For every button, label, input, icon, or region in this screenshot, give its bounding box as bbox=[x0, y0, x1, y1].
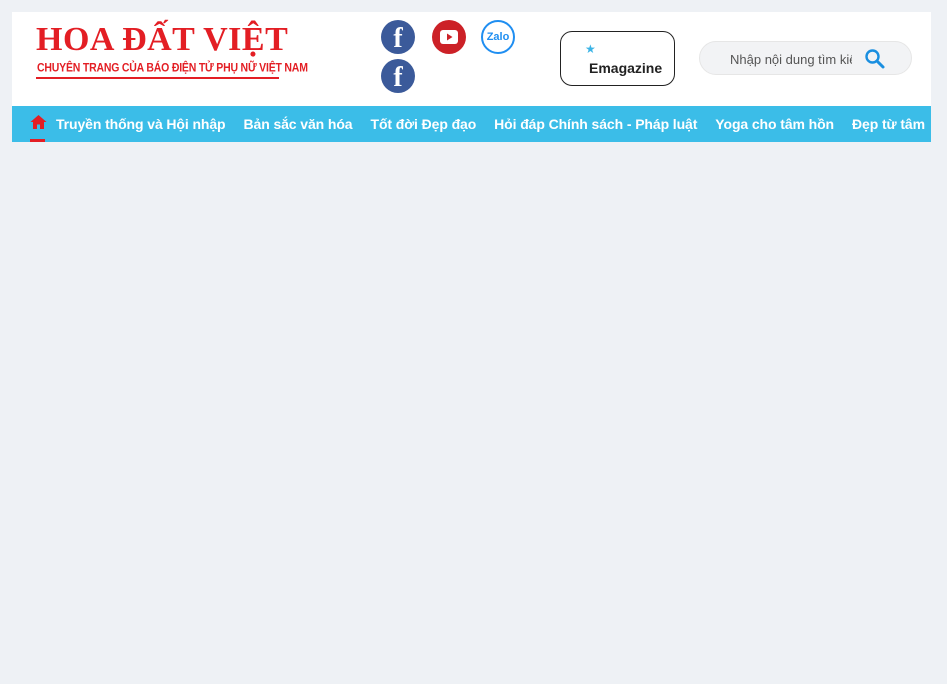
search-input[interactable] bbox=[730, 50, 852, 68]
search-box bbox=[699, 41, 912, 75]
facebook-icon[interactable]: f bbox=[381, 20, 415, 54]
search-button[interactable] bbox=[864, 48, 886, 70]
home-icon-glyph bbox=[30, 115, 47, 129]
nav-items: Truyền thống và Hội nhập Bản sắc văn hóa… bbox=[56, 106, 931, 142]
nav-item-tot-doi[interactable]: Tốt đời Đẹp đạo bbox=[371, 116, 477, 132]
facebook-glyph: f bbox=[393, 62, 403, 93]
zalo-label: Zalo bbox=[486, 31, 510, 43]
facebook-icon[interactable]: f bbox=[381, 59, 415, 93]
emagazine-button[interactable]: ★ Emagazine bbox=[560, 31, 675, 86]
logo-title: HOA ĐẤT VIỆT bbox=[36, 21, 289, 58]
site-header: HOA ĐẤT VIỆT CHUYÊN TRANG CỦA BÁO ĐIỆN T… bbox=[12, 12, 931, 106]
star-icon: ★ bbox=[585, 42, 596, 56]
nav-item-hoi-dap[interactable]: Hỏi đáp Chính sách - Pháp luật bbox=[494, 116, 697, 132]
main-navigation: Truyền thống và Hội nhập Bản sắc văn hóa… bbox=[12, 106, 931, 142]
nav-item-yoga[interactable]: Yoga cho tâm hồn bbox=[715, 116, 834, 132]
site-logo[interactable]: HOA ĐẤT VIỆT CHUYÊN TRANG CỦA BÁO ĐIỆN T… bbox=[36, 22, 308, 80]
page-container: HOA ĐẤT VIỆT CHUYÊN TRANG CỦA BÁO ĐIỆN T… bbox=[12, 12, 931, 142]
youtube-play-icon bbox=[440, 30, 458, 44]
logo-underline bbox=[36, 77, 279, 79]
zalo-icon[interactable]: Zalo bbox=[481, 20, 515, 54]
facebook-glyph: f bbox=[393, 23, 403, 54]
nav-item-ban-sac[interactable]: Bản sắc văn hóa bbox=[244, 116, 353, 132]
active-indicator bbox=[30, 139, 45, 142]
nav-item-dep-tu-tam[interactable]: Đẹp từ tâm bbox=[852, 116, 925, 132]
search-icon bbox=[865, 49, 885, 69]
logo-subtitle: CHUYÊN TRANG CỦA BÁO ĐIỆN TỬ PHỤ NỮ VIỆT… bbox=[37, 61, 308, 75]
youtube-icon[interactable] bbox=[432, 20, 466, 54]
emagazine-label: Emagazine bbox=[589, 60, 663, 76]
home-icon[interactable] bbox=[30, 114, 48, 132]
nav-item-truyen-thong[interactable]: Truyền thống và Hội nhập bbox=[56, 116, 226, 132]
